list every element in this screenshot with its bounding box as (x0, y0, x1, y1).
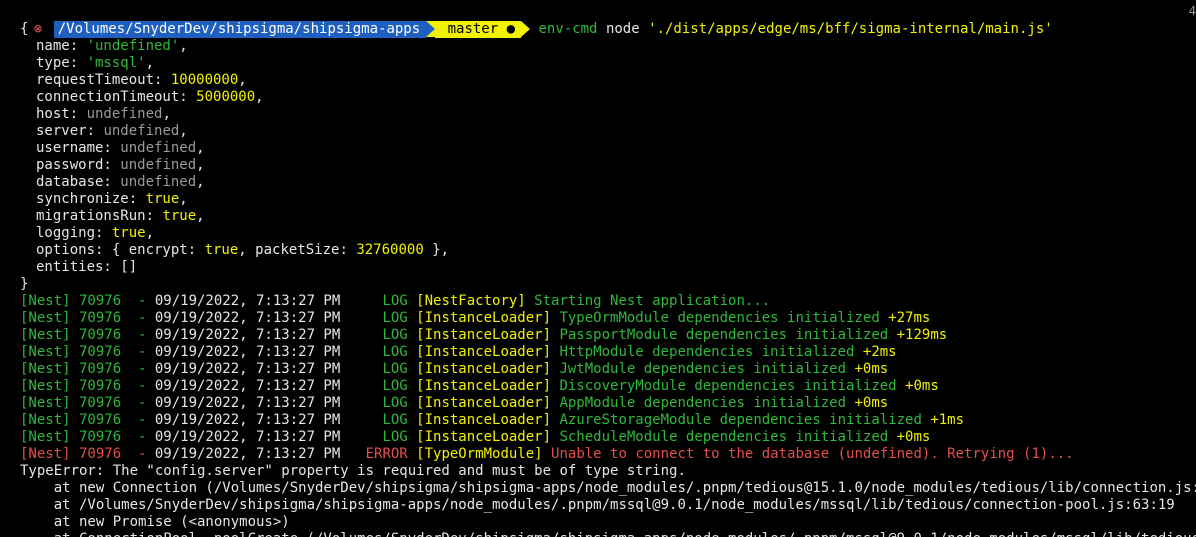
stack-trace-line: at new Promise (<anonymous>) (20, 514, 290, 530)
config-open-brace: { (20, 21, 29, 37)
config-line: requestTimeout: 10000000, (36, 72, 247, 88)
segment-end-icon (521, 21, 531, 37)
config-entities-line: entities: [] (36, 259, 138, 275)
error-status-icon: ⊗ (33, 21, 43, 37)
config-line: synchronize: true, (36, 191, 188, 207)
config-line: name: 'undefined', (36, 38, 188, 54)
dirty-indicator-icon: ● (506, 21, 516, 37)
command-argument: './dist/apps/edge/ms/bff/sigma-internal/… (648, 21, 1053, 37)
log-line: [Nest] 70976 - 09/19/2022, 7:13:27 PM LO… (20, 429, 931, 445)
segment-separator-icon (426, 21, 436, 37)
command-env-cmd: env-cmd (538, 21, 598, 37)
log-line: [Nest] 70976 - 09/19/2022, 7:13:27 PM LO… (20, 327, 948, 343)
config-line: connectionTimeout: 5000000, (36, 89, 264, 105)
stack-trace-line: at ConnectionPool._poolCreate (/Volumes/… (20, 531, 1196, 537)
right-prompt-indicator: 4 (1188, 4, 1196, 18)
config-close-brace: } (20, 276, 29, 292)
log-line: [Nest] 70976 - 09/19/2022, 7:13:27 PM LO… (20, 310, 931, 326)
log-line: [Nest] 70976 - 09/19/2022, 7:13:27 PM LO… (20, 395, 889, 411)
config-line: password: undefined, (36, 157, 205, 173)
branch-name: master (447, 21, 499, 37)
config-line: host: undefined, (36, 106, 171, 122)
config-line: type: 'mssql', (36, 55, 155, 71)
log-line: [Nest] 70976 - 09/19/2022, 7:13:27 PM LO… (20, 293, 771, 309)
config-line: server: undefined, (36, 123, 188, 139)
config-line: database: undefined, (36, 174, 205, 190)
stack-trace-line: at new Connection (/Volumes/SnyderDev/sh… (20, 480, 1196, 496)
log-line: [Nest] 70976 - 09/19/2022, 7:13:27 PM LO… (20, 344, 897, 360)
prompt-branch: master ● (435, 21, 522, 38)
config-line: username: undefined, (36, 140, 205, 156)
stack-trace-line: at /Volumes/SnyderDev/shipsigma/shipsigm… (20, 497, 1175, 513)
config-options-line: options: { encrypt: true, packetSize: 32… (36, 242, 450, 258)
prompt-path: /Volumes/SnyderDev/shipsigma/shipsigma-a… (53, 21, 427, 38)
log-line: [Nest] 70976 - 09/19/2022, 7:13:27 PM LO… (20, 412, 965, 428)
log-line: [Nest] 70976 - 09/19/2022, 7:13:27 PM LO… (20, 361, 889, 377)
command-node: node (605, 21, 640, 37)
config-line: logging: true, (36, 225, 155, 241)
config-line: migrationsRun: true, (36, 208, 205, 224)
error-log-line: [Nest] 70976 - 09/19/2022, 7:13:27 PM ER… (20, 446, 1074, 462)
log-line: [Nest] 70976 - 09/19/2022, 7:13:27 PM LO… (20, 378, 939, 394)
stack-trace-line: TypeError: The "config.server" property … (20, 463, 686, 479)
terminal-window[interactable]: ⊗ /Volumes/SnyderDev/shipsigma/shipsigma-… (0, 0, 1196, 537)
prompt-line: ⊗ /Volumes/SnyderDev/shipsigma/shipsigma-… (0, 4, 1053, 38)
